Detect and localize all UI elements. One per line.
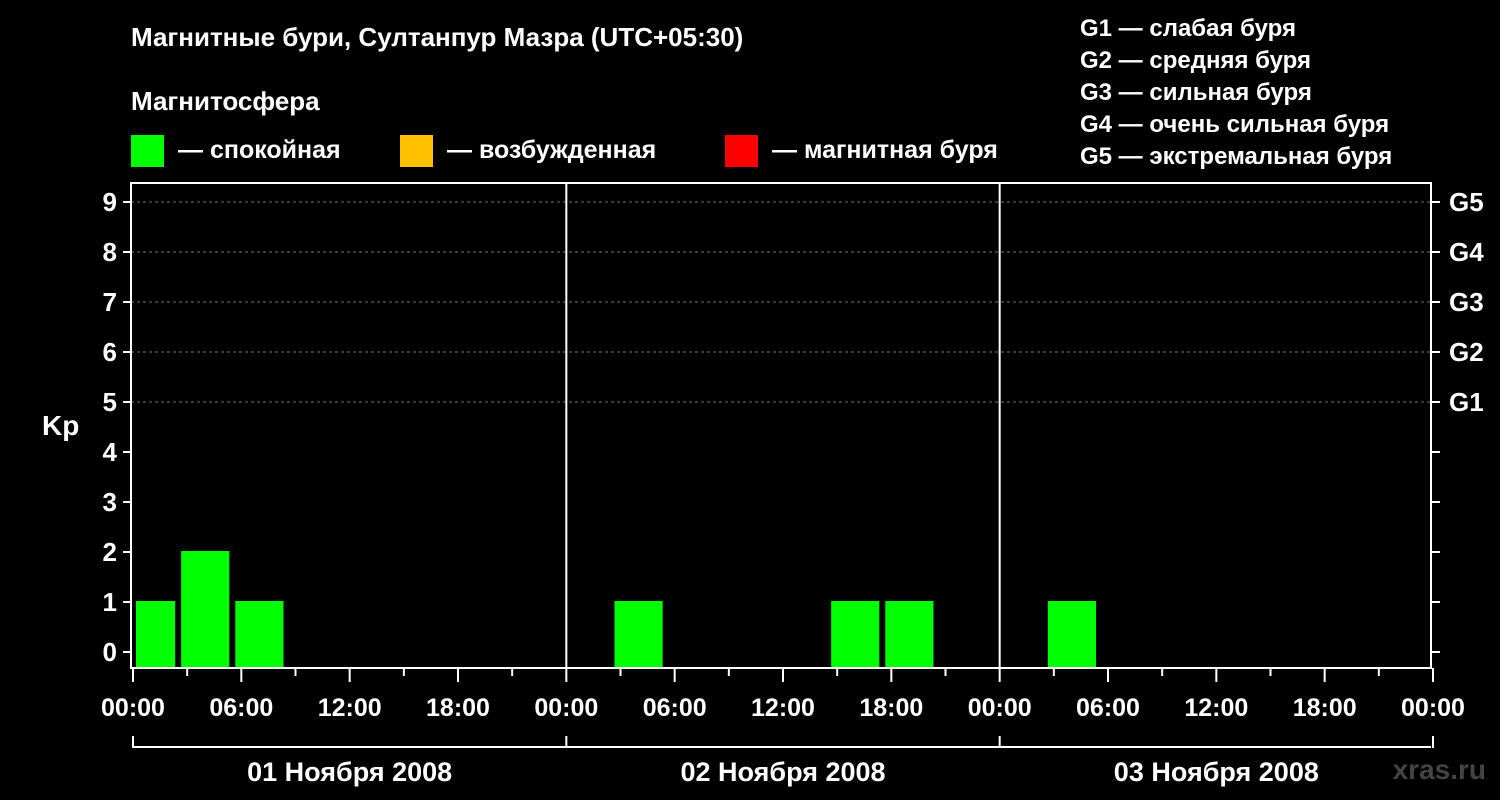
- y-tick-label: 2: [103, 537, 117, 567]
- x-tick-label: 18:00: [859, 694, 923, 722]
- y-tick-label: 1: [103, 587, 117, 617]
- x-tick-label: 00:00: [1401, 694, 1465, 722]
- day-label: 01 Ноября 2008: [247, 757, 452, 787]
- y-tick-label: 0: [103, 637, 117, 667]
- x-tick-label: 06:00: [1076, 694, 1140, 722]
- x-tick-label: 18:00: [1293, 694, 1357, 722]
- y-tick-label: 7: [103, 287, 117, 317]
- x-tick-label: 00:00: [101, 694, 165, 722]
- storm-level-tick-label: G4: [1449, 237, 1484, 267]
- kp-bar: [136, 601, 176, 668]
- day-label: 02 Ноября 2008: [680, 757, 885, 787]
- day-label: 03 Ноября 2008: [1114, 757, 1319, 787]
- kp-bar: [831, 601, 880, 668]
- storm-level-tick-label: G5: [1449, 187, 1484, 217]
- x-tick-label: 12:00: [318, 694, 382, 722]
- y-tick-label: 8: [103, 237, 117, 267]
- y-tick-label: 5: [103, 387, 117, 417]
- kp-bar: [1047, 601, 1096, 668]
- kp-chart: 0 1 2 3 4 5 6 7 8 9 G1 G2 G3 G4 G5 00:00 06:00 12:00 18:00…: [101, 182, 1484, 787]
- watermark: xras.ru: [1392, 754, 1486, 785]
- x-tick-label: 00:00: [968, 694, 1032, 722]
- x-tick-label: 12:00: [751, 694, 815, 722]
- kp-bar: [181, 551, 230, 668]
- storm-level-tick-label: G2: [1449, 337, 1484, 367]
- x-tick-label: 06:00: [643, 694, 707, 722]
- kp-bar: [885, 601, 934, 668]
- y-tick-label: 3: [103, 487, 117, 517]
- storm-level-tick-label: G3: [1449, 287, 1484, 317]
- kp-bar: [235, 601, 284, 668]
- storm-level-tick-label: G1: [1449, 387, 1484, 417]
- y-tick-label: 9: [103, 187, 117, 217]
- y-tick-label: 6: [103, 337, 117, 367]
- x-tick-label: 18:00: [426, 694, 490, 722]
- plot-frame: [130, 182, 1432, 669]
- x-tick-label: 00:00: [534, 694, 598, 722]
- y-tick-label: 4: [103, 437, 118, 467]
- x-tick-label: 06:00: [209, 694, 273, 722]
- kp-bar: [614, 601, 663, 668]
- x-tick-label: 12:00: [1184, 694, 1248, 722]
